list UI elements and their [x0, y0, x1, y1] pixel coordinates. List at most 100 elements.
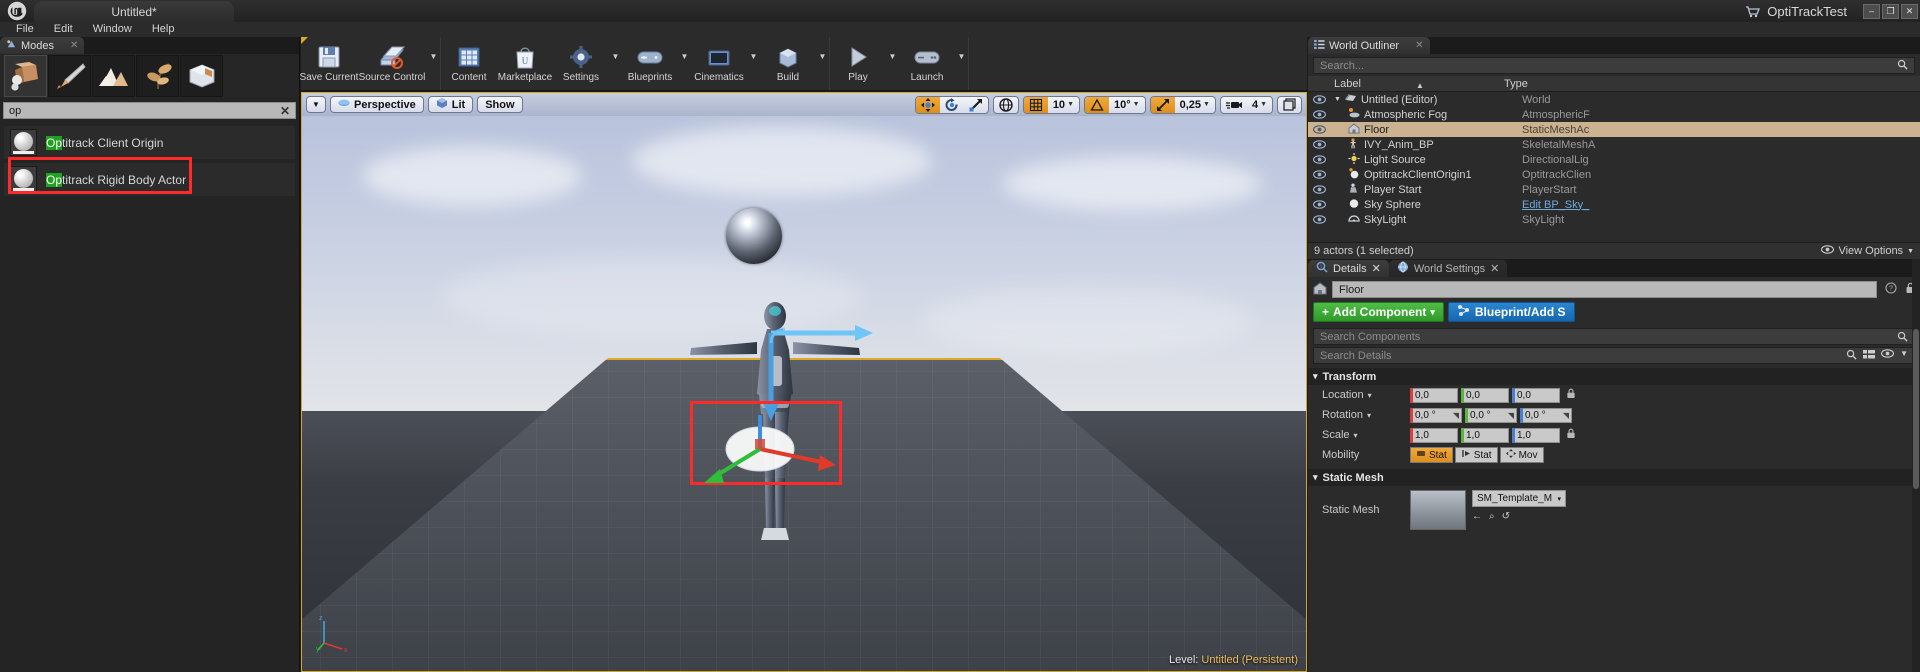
- table-row[interactable]: Light Source DirectionalLig: [1308, 152, 1920, 167]
- eye-icon[interactable]: [1881, 349, 1894, 363]
- level-viewport[interactable]: ▼ Perspective Lit Show: [301, 92, 1307, 672]
- blueprints-button[interactable]: Blueprints: [622, 37, 678, 90]
- search-components-input[interactable]: Search Components: [1313, 328, 1915, 345]
- angle-icon[interactable]: [1085, 97, 1109, 113]
- close-icon[interactable]: ✕: [70, 40, 78, 51]
- marketplace-button[interactable]: U Marketplace: [497, 37, 553, 90]
- edit-blueprint-link[interactable]: Edit BP_Sky_: [1522, 199, 1589, 211]
- menu-window[interactable]: Window: [83, 22, 142, 37]
- scale-mode-button[interactable]: [964, 97, 988, 113]
- maximize-button[interactable]: ❐: [1882, 4, 1899, 19]
- cart-icon[interactable]: [1741, 1, 1763, 21]
- expander-icon[interactable]: ▾: [1313, 371, 1318, 382]
- tab-world-settings[interactable]: World Settings ✕: [1389, 260, 1508, 277]
- rotation-z-input[interactable]: 0,0 °◥: [1520, 408, 1572, 423]
- scale-x-input[interactable]: 1,0: [1410, 428, 1458, 443]
- sky-sphere-probe[interactable]: [726, 208, 782, 264]
- rotation-widget-icon[interactable]: ◥: [1453, 411, 1459, 420]
- details-scrollbar[interactable]: [1912, 259, 1920, 672]
- actor-name-field[interactable]: Floor: [1332, 281, 1877, 298]
- help-icon[interactable]: ?: [1885, 282, 1897, 297]
- search-details-input[interactable]: Search Details ▼: [1313, 347, 1915, 364]
- menu-file[interactable]: File: [6, 22, 44, 37]
- column-label[interactable]: Label ▲: [1308, 78, 1500, 90]
- blueprint-add-script-button[interactable]: Blueprint/Add S: [1448, 302, 1575, 322]
- camera-speed-icon[interactable]: [1221, 97, 1247, 113]
- view-options-button[interactable]: View Options ▼: [1821, 245, 1914, 257]
- location-y-input[interactable]: 0,0: [1461, 388, 1509, 403]
- minimize-button[interactable]: –: [1863, 4, 1880, 19]
- eye-icon[interactable]: [1308, 140, 1330, 149]
- chevron-down-icon[interactable]: ▾: [1367, 411, 1371, 420]
- chevron-down-icon[interactable]: ▾: [1368, 391, 1372, 400]
- browse-asset-icon[interactable]: ⌕: [1489, 511, 1495, 522]
- list-item[interactable]: Optitrack Client Origin: [4, 126, 295, 159]
- rotation-widget-icon[interactable]: ◥: [1508, 411, 1514, 420]
- expander-icon[interactable]: ▼: [1334, 96, 1341, 103]
- eye-icon[interactable]: [1308, 155, 1330, 164]
- play-button[interactable]: Play: [830, 37, 886, 90]
- eye-icon[interactable]: [1308, 185, 1330, 194]
- paint-mode-button[interactable]: [48, 55, 91, 97]
- grid-icon[interactable]: [1024, 97, 1048, 113]
- mobility-movable-button[interactable]: Mov: [1500, 447, 1544, 463]
- landscape-mode-button[interactable]: [92, 55, 135, 97]
- chevron-down-icon[interactable]: ▼: [886, 37, 899, 90]
- view-mode-button[interactable]: Lit: [428, 96, 473, 113]
- static-mesh-thumbnail[interactable]: [1410, 490, 1466, 530]
- angle-snap-value[interactable]: 10°▼: [1109, 97, 1145, 113]
- section-transform[interactable]: ▾ Transform: [1308, 368, 1920, 385]
- translate-mode-button[interactable]: [916, 97, 940, 113]
- add-component-button[interactable]: + Add Component ▾: [1313, 302, 1444, 322]
- magnifier-icon[interactable]: [1897, 331, 1908, 342]
- scale-snap-icon[interactable]: [1151, 97, 1175, 113]
- table-row[interactable]: OptitrackClientOrigin1 OptitrackClien: [1308, 167, 1920, 182]
- build-button[interactable]: Build: [760, 37, 816, 90]
- mobility-static-button[interactable]: Stat: [1410, 447, 1453, 463]
- location-z-input[interactable]: 0,0: [1512, 388, 1560, 403]
- view-perspective-button[interactable]: Perspective: [330, 96, 424, 113]
- list-item[interactable]: Optitrack Rigid Body Actor: [4, 163, 295, 196]
- rotate-mode-button[interactable]: [940, 97, 964, 113]
- foliage-mode-button[interactable]: [136, 55, 179, 97]
- maximize-viewport-icon[interactable]: [1278, 97, 1301, 113]
- lock-icon[interactable]: [1566, 428, 1576, 442]
- eye-icon[interactable]: [1308, 170, 1330, 179]
- scale-snap-value[interactable]: 0,25▼: [1175, 97, 1215, 113]
- show-menu-button[interactable]: Show: [477, 96, 522, 113]
- close-button[interactable]: ✕: [1901, 4, 1918, 19]
- details-scrollbar-thumb[interactable]: [1913, 329, 1919, 489]
- tab-details[interactable]: i Details ✕: [1308, 260, 1389, 277]
- chevron-down-icon[interactable]: ▼: [955, 37, 968, 90]
- menu-help[interactable]: Help: [142, 22, 185, 37]
- project-tab[interactable]: Untitled*: [34, 1, 234, 22]
- location-x-input[interactable]: 0,0: [1410, 388, 1458, 403]
- chevron-down-icon[interactable]: ▼: [1900, 349, 1908, 363]
- static-mesh-field[interactable]: SM_Template_M ▾: [1472, 490, 1566, 507]
- menu-edit[interactable]: Edit: [44, 22, 83, 37]
- table-row[interactable]: Atmospheric Fog AtmosphericF: [1308, 107, 1920, 122]
- table-row[interactable]: Sky Sphere Edit BP_Sky_: [1308, 197, 1920, 212]
- eye-icon[interactable]: [1308, 95, 1330, 104]
- table-row[interactable]: Floor StaticMeshAc: [1308, 122, 1920, 137]
- chevron-down-icon[interactable]: ▼: [427, 37, 440, 90]
- place-mode-button[interactable]: [4, 55, 47, 97]
- reset-asset-icon[interactable]: ↺: [1502, 511, 1510, 522]
- lock-icon[interactable]: [1566, 388, 1576, 402]
- table-row[interactable]: SkyLight SkyLight: [1308, 212, 1920, 227]
- chevron-down-icon[interactable]: ▾: [1354, 431, 1358, 440]
- world-coords-button[interactable]: [994, 97, 1018, 113]
- chevron-down-icon[interactable]: ▼: [609, 37, 622, 90]
- section-static-mesh[interactable]: ▾ Static Mesh: [1308, 469, 1920, 486]
- close-icon[interactable]: ✕: [1490, 262, 1499, 275]
- column-type[interactable]: Type: [1500, 78, 1920, 90]
- cinematics-button[interactable]: Cinematics: [691, 37, 747, 90]
- grid-view-icon[interactable]: [1863, 349, 1875, 363]
- source-control-button[interactable]: Source Control: [357, 37, 427, 90]
- table-row[interactable]: ▼ Untitled (Editor) World: [1308, 92, 1920, 107]
- table-row[interactable]: IVY_Anim_BP SkeletalMeshA: [1308, 137, 1920, 152]
- mobility-stationary-button[interactable]: Stat: [1455, 447, 1498, 463]
- chevron-down-icon[interactable]: ▼: [678, 37, 691, 90]
- eye-icon[interactable]: [1308, 125, 1330, 134]
- search-input[interactable]: op ✕: [3, 102, 296, 119]
